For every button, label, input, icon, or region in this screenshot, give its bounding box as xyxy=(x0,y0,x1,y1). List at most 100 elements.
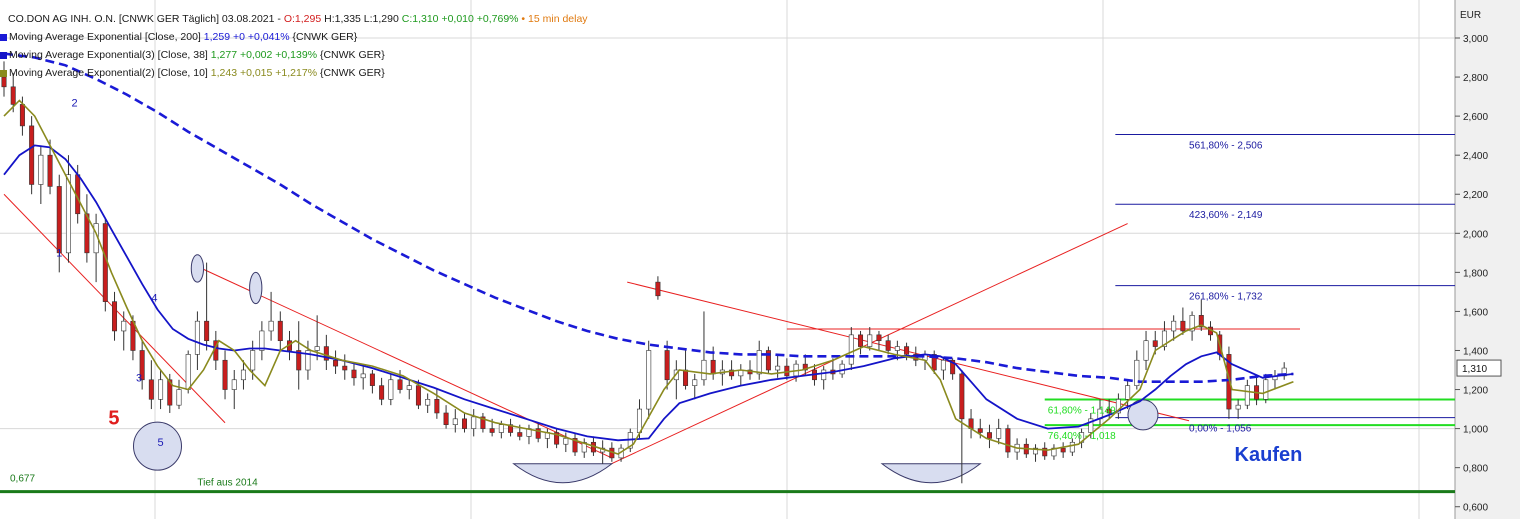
chart-window: EUR 3,000 2,800 2,600 2,400 2,200 2,000 1,800 1… xyxy=(0,0,1520,519)
candle-body xyxy=(194,320,200,355)
legend-ema10-label: Moving Average Exponential(2) [Close, 10… xyxy=(9,67,211,79)
candle-body xyxy=(333,359,339,367)
candle-body xyxy=(1235,404,1241,410)
candle-body xyxy=(342,365,348,371)
candle-body xyxy=(563,438,569,445)
candle-body xyxy=(1263,379,1269,400)
candle-body xyxy=(185,354,191,390)
candle-body xyxy=(397,379,403,390)
y-tick-label: 0,800 xyxy=(1463,464,1488,475)
instrument-title: CO.DON AG INH. O.N. [CNWK GER Täglich] 0… xyxy=(8,13,284,25)
y-tick-label: 1,600 xyxy=(1463,307,1488,318)
candle-body xyxy=(655,281,661,297)
candle-body xyxy=(1005,428,1011,453)
candle-body xyxy=(692,379,698,386)
fib-level-label: 261,80% - 1,732 xyxy=(1189,292,1263,303)
y-tick-label: 3,000 xyxy=(1463,34,1488,45)
candle-body xyxy=(1244,385,1250,406)
candle-body xyxy=(222,359,228,390)
legend-ema38-label: Moving Average Exponential(3) [Close, 38… xyxy=(9,49,211,61)
legend-ema38[interactable]: Moving Average Exponential(3) [Close, 38… xyxy=(0,46,588,64)
candle-body xyxy=(379,385,385,400)
candle-body xyxy=(47,154,53,187)
candle-body xyxy=(268,320,274,332)
candle-body xyxy=(314,346,320,351)
last-price-tag: 1,310 xyxy=(1456,359,1502,377)
candle-body xyxy=(452,418,458,425)
candle-body xyxy=(29,125,35,185)
candle-body xyxy=(56,186,62,254)
candle-body xyxy=(959,373,965,420)
candle-body xyxy=(756,350,762,375)
elliott-wave-label: 4 xyxy=(151,293,157,305)
candle-body xyxy=(65,174,71,254)
candle-body xyxy=(683,369,689,386)
instrument-header: CO.DON AG INH. O.N. [CNWK GER Täglich] 0… xyxy=(0,10,588,28)
candle-body xyxy=(1143,340,1149,361)
chart-legend: CO.DON AG INH. O.N. [CNWK GER Täglich] 0… xyxy=(0,10,588,82)
elliott-wave-label: 2 xyxy=(72,97,78,109)
fib-level-label: 0,00% - 1,056 xyxy=(1189,424,1252,435)
legend-ema200-label: Moving Average Exponential [Close, 200] xyxy=(9,31,204,43)
candle-body xyxy=(360,373,366,379)
candle-body xyxy=(701,359,707,381)
candle-body xyxy=(1125,385,1131,400)
fib-level-label: 61,80% - 1,149 xyxy=(1048,406,1116,417)
candle-body xyxy=(1069,441,1075,453)
buy-signal-label: Kaufen xyxy=(1235,444,1303,466)
candle-body xyxy=(775,365,781,371)
candle-body xyxy=(425,399,431,406)
y-tick-label: 1,200 xyxy=(1463,386,1488,397)
fib-level-label: 561,80% - 2,506 xyxy=(1189,140,1263,151)
fib-level-label: 423,60% - 2,149 xyxy=(1189,210,1263,221)
highlight-ellipse-1 xyxy=(249,271,263,305)
legend-ema10-value: 1,243 +0,015 +1,217% xyxy=(210,67,318,79)
candle-body xyxy=(517,432,523,437)
y-tick-label: 2,000 xyxy=(1463,229,1488,240)
legend-ema200-value: 1,259 +0 +0,041% xyxy=(203,31,290,43)
candle-body xyxy=(277,320,283,342)
support-annotation: Tief aus 2014 xyxy=(197,478,258,489)
candle-body xyxy=(461,418,467,429)
candle-body xyxy=(388,379,394,400)
candle-body xyxy=(876,334,882,342)
candle-body xyxy=(867,334,873,347)
candle-body xyxy=(176,389,182,406)
highlight-ellipse-0 xyxy=(190,254,205,283)
candle-body xyxy=(885,340,891,351)
candle-body xyxy=(498,424,504,433)
elliott-wave-label: 3 xyxy=(136,373,142,385)
legend-ema200[interactable]: Moving Average Exponential [Close, 200] … xyxy=(0,28,588,46)
candle-body xyxy=(351,369,357,379)
fib-level-label: 76,40% - 1,018 xyxy=(1048,431,1116,442)
y-tick-label: 2,200 xyxy=(1463,190,1488,201)
y-tick-label: 1,800 xyxy=(1463,268,1488,279)
candle-body xyxy=(250,350,256,371)
candle-body xyxy=(848,334,854,365)
legend-ema10[interactable]: Moving Average Exponential(2) [Close, 10… xyxy=(0,64,588,82)
y-tick-label: 0,600 xyxy=(1463,503,1488,514)
candle-body xyxy=(986,432,992,439)
y-tick-label: 2,600 xyxy=(1463,112,1488,123)
y-tick-label: 2,400 xyxy=(1463,151,1488,162)
candle-body xyxy=(406,385,412,390)
candle-body xyxy=(148,379,154,400)
candle-body xyxy=(858,334,864,347)
candle-body xyxy=(19,104,25,127)
candle-body xyxy=(977,428,983,433)
legend-ema200-symbol: {CNWK GER} xyxy=(289,31,358,43)
candle-body xyxy=(112,301,118,332)
last-price-value: 1,310 xyxy=(1462,364,1487,375)
candle-body xyxy=(1152,340,1158,347)
candle-body xyxy=(821,369,827,381)
candle-body xyxy=(434,399,440,414)
candle-body xyxy=(489,428,495,433)
candle-body xyxy=(646,350,652,410)
candle-body xyxy=(231,379,237,390)
candle-body xyxy=(121,320,127,332)
support-value-label: 0,677 xyxy=(10,474,35,485)
candle-body xyxy=(10,86,16,105)
candle-body xyxy=(471,416,477,429)
y-tick-label: 2,800 xyxy=(1463,73,1488,84)
candle-body xyxy=(710,359,716,375)
